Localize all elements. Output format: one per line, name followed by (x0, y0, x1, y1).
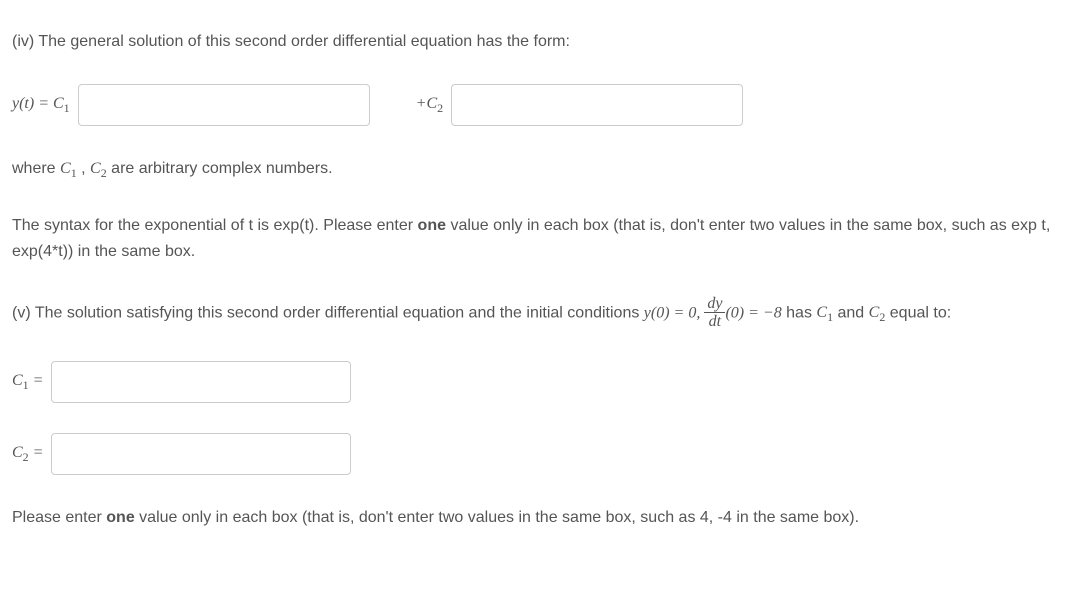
eq-sub2: 2 (437, 102, 443, 116)
q5-ic2: (0) = −8 (725, 304, 781, 321)
frac-den: dt (704, 313, 725, 331)
eq-lhs: y(t) = C1 (12, 92, 70, 117)
c1-row: C1 = (12, 361, 1068, 403)
c2-input[interactable] (51, 433, 351, 475)
eq-sub1: 1 (64, 102, 70, 116)
q5-pre: (v) The solution satisfying this second … (12, 304, 644, 321)
where-post: are arbitrary complex numbers. (107, 160, 333, 177)
frac-num: dy (704, 295, 725, 314)
eq-lhs-text: y(t) = C (12, 95, 64, 112)
syntax-bold: one (418, 217, 446, 234)
note-bold: one (106, 509, 134, 526)
where-pre: where (12, 160, 60, 177)
q4-input-1[interactable] (78, 84, 370, 126)
c1-label-text: C (12, 372, 23, 389)
syntax-pre: The syntax for the exponential of t is e… (12, 217, 418, 234)
note-post: value only in each box (that is, don't e… (135, 509, 859, 526)
q4-prompt: (iv) The general solution of this second… (12, 30, 1068, 54)
q5-prompt: (v) The solution satisfying this second … (12, 295, 1068, 331)
q5-and: and (833, 304, 869, 321)
q5-post: equal to: (885, 304, 951, 321)
c2-label-text: C (12, 444, 23, 461)
c1-label: C1 = (12, 369, 43, 394)
c2-row: C2 = (12, 433, 1068, 475)
q5-mid: has (782, 304, 817, 321)
q4-syntax-note: The syntax for the exponential of t is e… (12, 213, 1068, 264)
note-pre: Please enter (12, 509, 106, 526)
c1-input[interactable] (51, 361, 351, 403)
eq-plus: +C2 (416, 92, 443, 117)
q5-c1: C (816, 304, 827, 321)
eq-plus-text: +C (416, 95, 437, 112)
q5-ic1: y(0) = 0, (644, 304, 705, 321)
q4-input-2[interactable] (451, 84, 743, 126)
where-c2: C (90, 160, 101, 177)
q5-c2: C (869, 304, 880, 321)
c2-eq: = (29, 444, 44, 461)
q4-equation-row: y(t) = C1 +C2 (12, 84, 1068, 126)
where-comma: , (77, 160, 90, 177)
where-c1: C (60, 160, 71, 177)
fraction-icon: dydt (704, 295, 725, 331)
q5-note: Please enter one value only in each box … (12, 505, 1068, 531)
c2-label: C2 = (12, 441, 43, 466)
q4-where: where C1 , C2 are arbitrary complex numb… (12, 156, 1068, 183)
c1-eq: = (29, 372, 44, 389)
